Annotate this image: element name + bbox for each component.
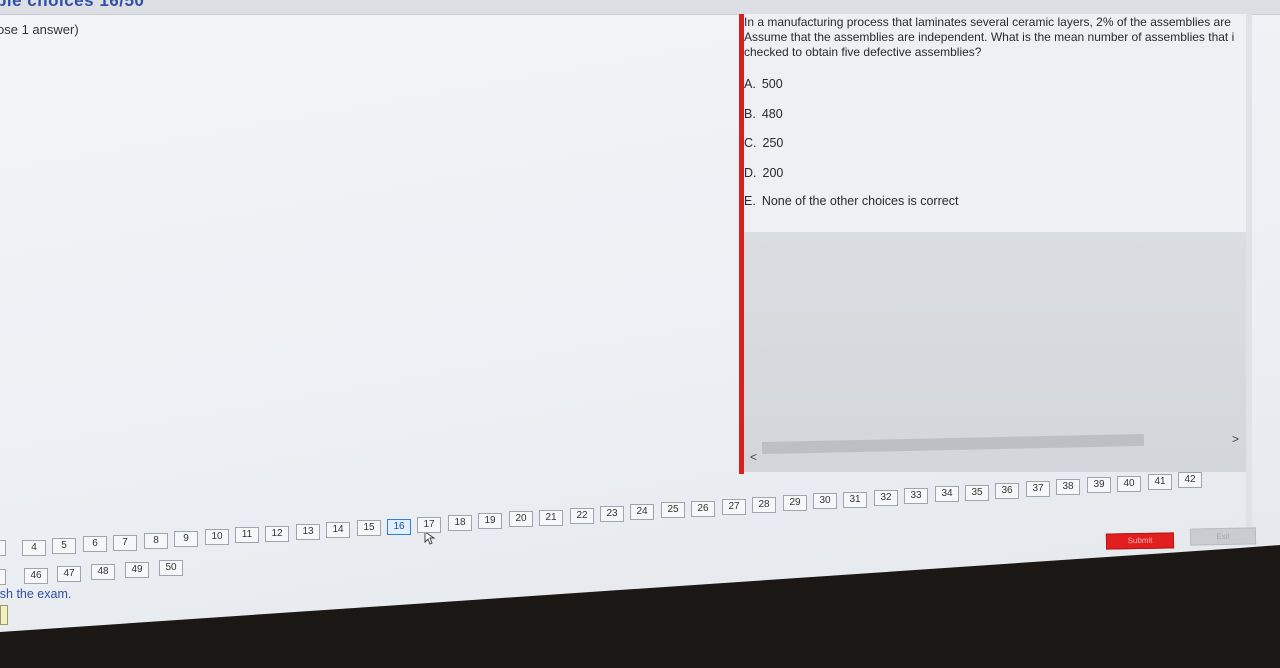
question-nav-button[interactable]: 10 [205, 529, 229, 545]
question-nav-button[interactable]: 22 [570, 508, 594, 524]
finish-checkbox[interactable] [0, 605, 8, 625]
question-nav-button[interactable]: 25 [661, 502, 685, 518]
question-nav-button[interactable]: 39 [1087, 477, 1111, 493]
submit-button[interactable]: Submit [1105, 532, 1175, 550]
panel-right-border [1246, 14, 1252, 534]
question-nav-button[interactable]: 24 [630, 504, 654, 520]
question-nav-button[interactable]: 28 [752, 497, 776, 513]
question-nav-button[interactable]: 19 [478, 513, 502, 529]
question-nav-button[interactable]: 27 [722, 499, 746, 515]
choice-d[interactable]: D. 200 [744, 166, 783, 180]
scroll-right-icon[interactable]: > [1232, 432, 1239, 446]
scroll-left-icon[interactable]: < [750, 450, 757, 464]
question-panel: In a manufacturing process that laminate… [744, 14, 1246, 239]
question-nav-button[interactable]: 9 [174, 531, 198, 547]
question-nav-button[interactable]: 8 [144, 533, 168, 549]
question-nav-button[interactable]: 40 [1117, 476, 1141, 492]
choice-text: 250 [762, 136, 784, 150]
question-nav-button[interactable]: 26 [691, 501, 715, 517]
question-nav-button[interactable]: 31 [843, 492, 867, 508]
question-nav-button[interactable]: 33 [904, 488, 928, 504]
choice-letter: B. [744, 107, 756, 121]
question-nav-button[interactable]: 4 [22, 540, 46, 556]
question-text: In a manufacturing process that laminate… [744, 15, 1246, 60]
question-nav-button[interactable]: 13 [296, 524, 320, 540]
question-nav-button[interactable]: 15 [357, 520, 381, 536]
question-line: checked to obtain five defective assembl… [744, 45, 982, 59]
question-nav-button[interactable]: 42 [1178, 472, 1202, 488]
question-nav-button[interactable]: 11 [235, 527, 259, 543]
question-nav-button[interactable]: 5 [52, 538, 76, 554]
question-nav-button[interactable]: 49 [125, 562, 149, 578]
question-nav-button[interactable]: 37 [1026, 481, 1050, 497]
question-nav-button[interactable]: 12 [265, 526, 289, 542]
exam-header: ple choices 16/50 [0, 0, 1280, 15]
question-nav-button[interactable]: 35 [965, 485, 989, 501]
question-line: In a manufacturing process that laminate… [744, 15, 1231, 29]
question-nav-button[interactable]: 36 [995, 483, 1019, 499]
question-nav-button[interactable]: 5 [0, 569, 6, 585]
question-nav-button[interactable]: 23 [600, 506, 624, 522]
choice-b[interactable]: B. 480 [744, 107, 783, 121]
choice-letter: C. [744, 136, 757, 150]
exit-button[interactable]: Exit [1189, 527, 1257, 546]
question-line: Assume that the assemblies are independe… [744, 30, 1235, 44]
question-nav-button[interactable]: 16 [387, 519, 411, 535]
choice-letter: E. [744, 194, 756, 208]
question-nav-button[interactable]: 41 [1148, 474, 1172, 490]
question-panel-empty-area [744, 232, 1246, 472]
horizontal-scrollbar[interactable]: < > [750, 432, 1246, 466]
answer-instruction: ose 1 answer) [0, 22, 79, 37]
question-nav-button[interactable]: 34 [935, 486, 959, 502]
choice-letter: A. [744, 77, 756, 91]
question-nav-button[interactable]: 50 [159, 560, 183, 576]
question-nav-button[interactable]: 17 [417, 517, 441, 533]
question-nav-button[interactable]: 21 [539, 510, 563, 526]
choice-text: 500 [761, 77, 783, 91]
question-nav-button[interactable]: 7 [113, 535, 137, 551]
question-nav-button[interactable]: 46 [24, 568, 48, 584]
choice-c[interactable]: C. 250 [744, 136, 783, 150]
question-nav-button[interactable]: 47 [57, 566, 81, 582]
exam-screen: ple choices 16/50 ose 1 answer) In a man… [0, 0, 1280, 632]
question-nav-button[interactable]: 38 [1056, 479, 1080, 495]
question-nav-button[interactable]: 30 [813, 493, 837, 509]
choice-text: None of the other choices is correct [761, 194, 959, 208]
finish-exam-text: ish the exam. [0, 587, 72, 601]
choice-text: 200 [762, 166, 784, 180]
question-nav-button[interactable]: 29 [783, 495, 807, 511]
question-nav-button[interactable]: 32 [874, 490, 898, 506]
question-nav-button[interactable]: 48 [91, 564, 115, 580]
question-nav-button[interactable]: 20 [509, 511, 533, 527]
choice-e[interactable]: E. None of the other choices is correct [744, 194, 958, 208]
mouse-cursor-icon [424, 531, 436, 545]
left-pane [0, 38, 735, 498]
choice-a[interactable]: A. 500 [744, 77, 783, 91]
question-nav-button[interactable]: 6 [83, 536, 107, 552]
exam-header-title: ple choices 16/50 [0, 0, 145, 10]
question-nav-button[interactable]: 18 [448, 515, 472, 531]
choice-text: 480 [761, 107, 783, 121]
choice-letter: D. [744, 166, 757, 180]
question-nav-button[interactable]: 3 [0, 540, 6, 556]
question-nav-button[interactable]: 14 [326, 522, 350, 538]
